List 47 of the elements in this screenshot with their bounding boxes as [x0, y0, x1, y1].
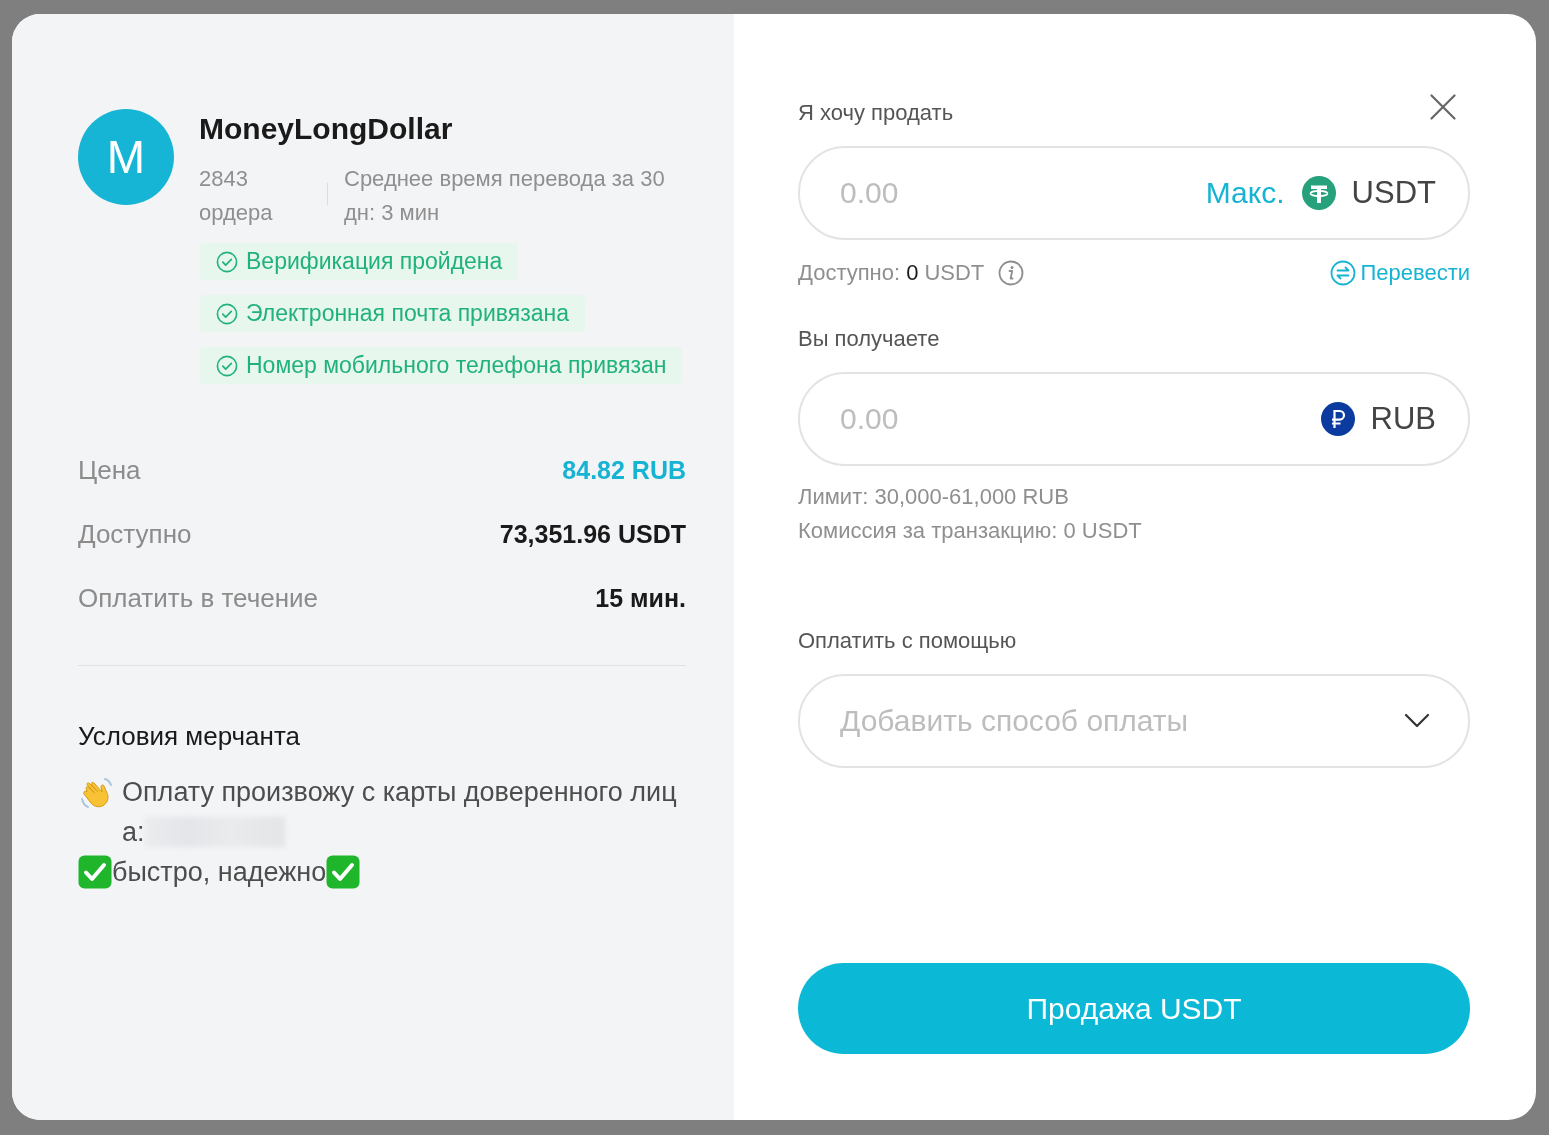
- currency-label: RUB: [1370, 401, 1436, 437]
- check-circle-icon: [216, 302, 238, 325]
- amount-input[interactable]: 0.00: [840, 176, 1194, 210]
- chevron-down-icon: [1404, 713, 1430, 729]
- field-label: Я хочу продать: [798, 99, 954, 127]
- field-label: Оплатить с помощью: [798, 627, 1018, 655]
- avatar: M: [78, 109, 174, 205]
- close-button[interactable]: [1430, 94, 1456, 120]
- amount-input[interactable]: 0.00: [840, 402, 1309, 436]
- check-circle-icon: [216, 250, 238, 273]
- detail-label: Доступно: [78, 518, 192, 550]
- terms-text: Оплату произвожу с карты доверенного лица:: [122, 777, 677, 847]
- badge-label: Верификация пройдена: [246, 248, 503, 275]
- badge-label: Номер мобильного телефона привязан: [246, 352, 667, 379]
- detail-label: Цена: [78, 454, 141, 486]
- check-mark-icon: [326, 855, 361, 889]
- limit-text: Лимит: 30,000-61,000 RUB: [798, 483, 1070, 511]
- terms-text: быстро, надежно: [112, 857, 327, 887]
- payment-method-select[interactable]: Добавить способ оплаты: [798, 674, 1470, 768]
- close-icon: [1430, 94, 1456, 120]
- max-button[interactable]: Макс.: [1205, 176, 1285, 210]
- tether-coin-icon: [1301, 176, 1336, 210]
- detail-label: Оплатить в течение: [78, 582, 319, 614]
- check-circle-icon: [216, 354, 238, 377]
- detail-value: 73,351.96 USDT: [499, 519, 686, 549]
- available-amount: 0: [906, 260, 919, 286]
- badge-label: Электронная почта привязана: [246, 300, 569, 327]
- field-label: Вы получаете: [798, 325, 941, 353]
- orders-count: 2843 ордера: [199, 165, 274, 227]
- average-transfer-time: Среднее время перевода за 30 дн: 3 мин: [344, 165, 666, 227]
- available-label: Доступно:: [798, 260, 901, 286]
- detail-value: 15 мин.: [595, 583, 686, 613]
- terms-title: Условия мерчанта: [78, 720, 301, 753]
- sell-amount-field[interactable]: 0.00 Макс. USDT: [798, 146, 1470, 240]
- available-currency: USDT: [924, 260, 985, 286]
- ruble-coin-icon: [1320, 402, 1355, 436]
- merchant-name[interactable]: MoneyLongDollar: [199, 111, 686, 147]
- check-mark-icon: [78, 855, 112, 889]
- info-icon[interactable]: [998, 260, 1025, 286]
- detail-value: 84.82 RUB: [562, 455, 686, 485]
- currency-label: USDT: [1351, 175, 1436, 211]
- fee-text: Комиссия за транзакцию: 0 USDT: [798, 517, 1143, 545]
- transfer-link[interactable]: Перевести: [1330, 260, 1470, 286]
- receive-amount-field[interactable]: 0.00 RUB: [798, 372, 1470, 466]
- waving-hand-icon: [78, 775, 114, 811]
- swap-arrows-icon: [1330, 260, 1357, 286]
- sell-button[interactable]: Продажа USDT: [798, 963, 1470, 1054]
